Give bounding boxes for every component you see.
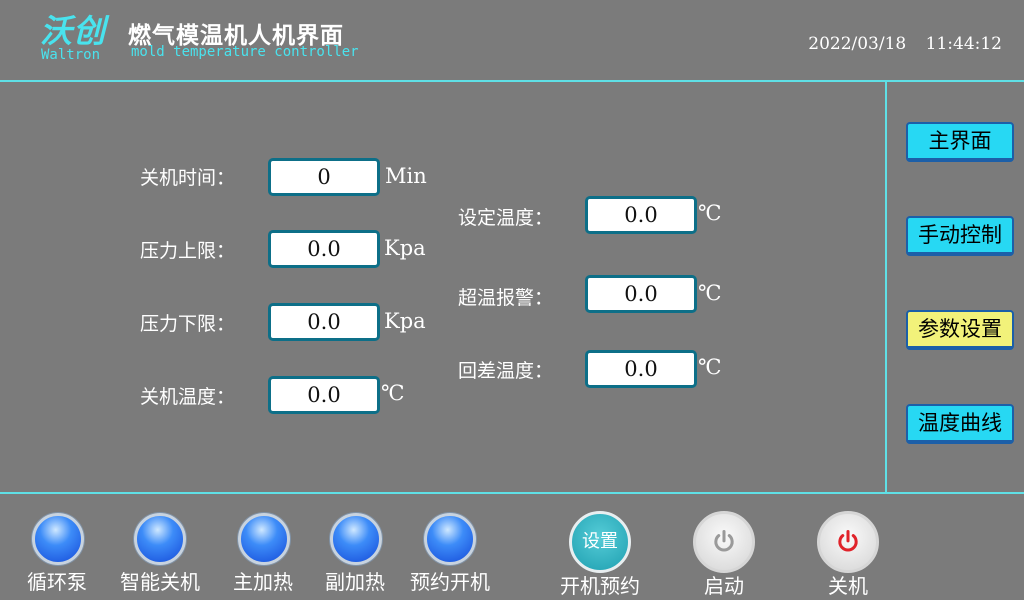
param-unit: ℃	[698, 355, 722, 379]
schedule-label: 开机预约	[560, 574, 640, 598]
power-icon	[838, 529, 858, 552]
aux-heating-indicator	[330, 513, 382, 565]
param-label: 关机时间：	[140, 167, 236, 189]
param-unit: Min	[385, 164, 427, 188]
indicator-label: 循环泵	[27, 570, 87, 594]
nav-parameter-settings-button[interactable]: 参数设置	[906, 310, 1014, 350]
pressure-upper-input[interactable]: 0.0	[268, 230, 380, 268]
hysteresis-temp-input[interactable]: 0.0	[585, 350, 697, 388]
start-button[interactable]	[693, 511, 755, 573]
main-heating-indicator	[238, 513, 290, 565]
indicator-label: 智能关机	[120, 570, 200, 594]
param-label: 设定温度：	[458, 207, 554, 229]
param-unit: Kpa	[384, 309, 426, 333]
shutdown-temp-input[interactable]: 0.0	[268, 376, 380, 414]
shutdown-label: 关机	[828, 574, 868, 598]
param-label: 压力上限：	[140, 240, 236, 262]
param-unit: ℃	[698, 201, 722, 225]
param-unit: ℃	[698, 281, 722, 305]
param-unit: ℃	[381, 381, 405, 405]
indicator-label: 副加热	[325, 570, 385, 594]
set-temp-input[interactable]: 0.0	[585, 196, 697, 234]
indicator-label: 主加热	[233, 570, 293, 594]
shutdown-time-input[interactable]: 0	[268, 158, 380, 196]
over-temp-alarm-input[interactable]: 0.0	[585, 275, 697, 313]
smart-shutdown-indicator	[134, 513, 186, 565]
shutdown-button[interactable]	[817, 511, 879, 573]
footer-divider	[0, 492, 1024, 494]
date-display: 2022/03/18	[808, 34, 907, 54]
circulation-pump-indicator	[32, 513, 84, 565]
param-label: 回差温度：	[458, 360, 554, 382]
brand-logo: 沃创	[40, 12, 107, 50]
page-subtitle: mold temperature controller	[131, 44, 359, 60]
start-label: 启动	[704, 574, 744, 598]
param-label: 超温报警：	[458, 287, 554, 309]
pressure-lower-input[interactable]: 0.0	[268, 303, 380, 341]
nav-divider	[885, 82, 887, 492]
indicator-label: 预约开机	[410, 570, 490, 594]
schedule-settings-button[interactable]: 设置	[569, 511, 631, 573]
scheduled-start-indicator	[424, 513, 476, 565]
brand-logo-en: Waltron	[41, 47, 101, 63]
power-icon	[714, 529, 734, 552]
param-label: 压力下限：	[140, 313, 236, 335]
nav-temperature-curve-button[interactable]: 温度曲线	[906, 404, 1014, 444]
nav-main-screen-button[interactable]: 主界面	[906, 122, 1014, 162]
param-unit: Kpa	[384, 236, 426, 260]
param-label: 关机温度：	[140, 386, 236, 408]
header-divider	[0, 80, 1024, 82]
time-display: 11:44:12	[925, 34, 1002, 54]
nav-manual-control-button[interactable]: 手动控制	[906, 216, 1014, 256]
clock: 2022/03/18 11:44:12	[794, 34, 1002, 54]
